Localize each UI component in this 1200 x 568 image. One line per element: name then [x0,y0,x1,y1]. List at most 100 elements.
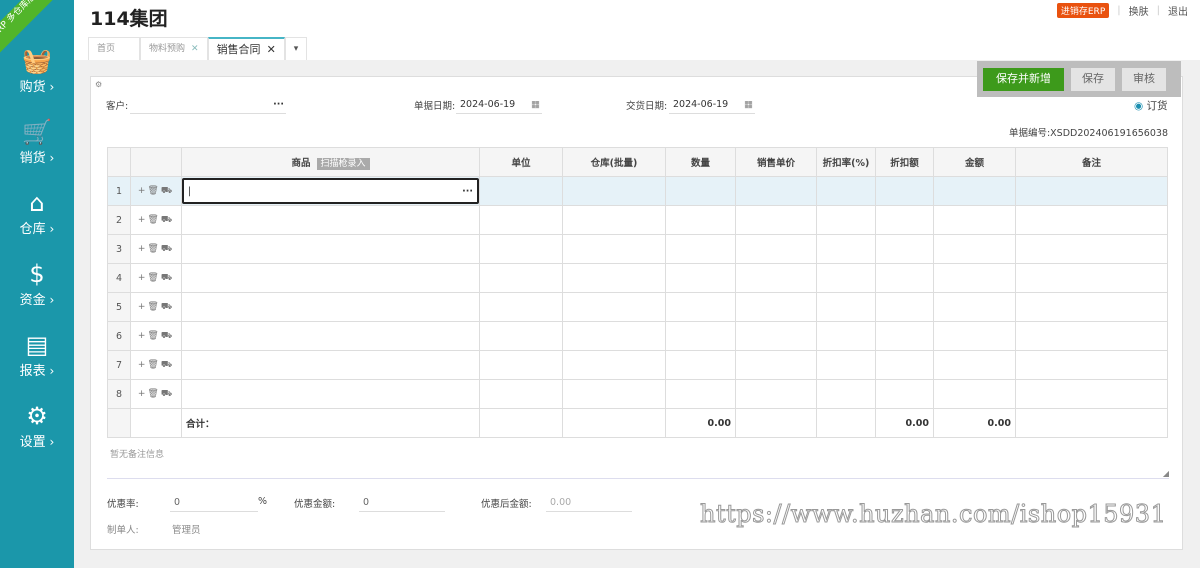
delete-row-icon[interactable]: 🗑 [147,186,160,196]
table-cell[interactable] [735,379,817,409]
table-cell[interactable] [735,205,817,235]
table-cell[interactable] [735,263,817,293]
cart-icon[interactable]: ⛟ [161,331,174,341]
add-row-icon[interactable]: + [138,215,148,225]
product-cell[interactable] [181,263,480,293]
table-cell[interactable] [933,234,1016,264]
scan-button[interactable]: 扫描枪录入 [316,158,370,170]
table-cell[interactable] [665,350,736,380]
table-cell[interactable] [816,176,876,206]
add-row-icon[interactable]: + [138,389,148,399]
table-cell[interactable] [665,176,736,206]
table-cell[interactable] [816,379,876,409]
product-cell[interactable] [181,350,480,380]
customer-input[interactable]: ··· [130,96,286,114]
table-cell[interactable] [665,205,736,235]
table-cell[interactable] [875,205,934,235]
table-cell[interactable] [562,234,666,264]
table-cell[interactable] [1015,234,1168,264]
table-cell[interactable] [816,321,876,351]
table-cell[interactable] [1015,292,1168,322]
delivery-date-input[interactable]: 2024-06-19 ▦ [669,96,755,114]
logout-link[interactable]: 退出 [1168,3,1188,18]
table-cell[interactable] [816,234,876,264]
product-cell[interactable] [181,205,480,235]
product-cell[interactable] [181,292,480,322]
table-cell[interactable] [479,292,563,322]
table-cell[interactable] [933,350,1016,380]
table-cell[interactable] [735,321,817,351]
delete-row-icon[interactable]: 🗑 [147,389,160,399]
sidebar-item-warehouse[interactable]: ⌂ 仓库 [0,188,74,248]
table-cell[interactable] [1015,176,1168,206]
table-cell[interactable] [479,176,563,206]
table-cell[interactable] [816,205,876,235]
product-cell[interactable] [181,234,480,264]
table-cell[interactable] [479,205,563,235]
delete-row-icon[interactable]: 🗑 [147,215,160,225]
skin-link[interactable]: 换肤 [1129,3,1149,18]
product-input[interactable]: | ··· [182,178,479,204]
table-cell[interactable] [735,176,817,206]
table-cell[interactable] [875,176,934,206]
table-cell[interactable] [735,234,817,264]
order-radio[interactable]: ◉ 订货 [1134,98,1168,113]
table-cell[interactable] [479,321,563,351]
table-cell[interactable] [933,292,1016,322]
table-cell[interactable] [665,263,736,293]
delete-row-icon[interactable]: 🗑 [147,302,160,312]
cart-icon[interactable]: ⛟ [161,215,174,225]
audit-button[interactable]: 审核 [1122,67,1166,91]
table-cell[interactable] [735,350,817,380]
add-row-icon[interactable]: + [138,360,148,370]
discount-rate-input[interactable]: 0 [170,494,258,512]
table-cell[interactable] [479,234,563,264]
tab-dropdown[interactable]: ▾ [284,37,308,61]
table-cell[interactable] [479,263,563,293]
delete-row-icon[interactable]: 🗑 [147,273,160,283]
table-cell[interactable] [875,292,934,322]
cart-icon[interactable]: ⛟ [161,360,174,370]
cart-icon[interactable]: ⛟ [161,244,174,254]
add-row-icon[interactable]: + [138,273,148,283]
table-cell[interactable] [816,292,876,322]
save-and-new-button[interactable]: 保存并新增 [983,67,1064,91]
discount-amount-input[interactable]: 0 [359,494,445,512]
table-cell[interactable] [665,379,736,409]
add-row-icon[interactable]: + [138,302,148,312]
table-cell[interactable] [933,176,1016,206]
add-row-icon[interactable]: + [138,244,148,254]
table-cell[interactable] [933,263,1016,293]
table-cell[interactable] [816,350,876,380]
sidebar-item-reports[interactable]: ▤ 报表 [0,330,74,390]
date-input[interactable]: 2024-06-19 ▦ [456,96,542,114]
tab-sales-contract[interactable]: 销售合同 ✕ [207,37,285,61]
sidebar-item-settings[interactable]: ⚙ 设置 [0,401,74,461]
remark-textarea[interactable]: 暂无备注信息 ◢ [107,444,1169,479]
table-cell[interactable] [665,321,736,351]
close-icon[interactable]: ✕ [191,44,199,54]
cart-icon[interactable]: ⛟ [161,302,174,312]
table-cell[interactable] [1015,379,1168,409]
table-cell[interactable] [875,263,934,293]
table-cell[interactable] [562,379,666,409]
add-row-icon[interactable]: + [138,331,148,341]
save-button[interactable]: 保存 [1071,67,1115,91]
table-cell[interactable] [875,379,934,409]
table-cell[interactable] [875,350,934,380]
cart-icon[interactable]: ⛟ [161,186,174,196]
cart-icon[interactable]: ⛟ [161,389,174,399]
table-cell[interactable] [665,292,736,322]
table-cell[interactable] [875,321,934,351]
erp-link[interactable]: 进销存ERP [1056,3,1110,18]
table-cell[interactable] [816,263,876,293]
sidebar-item-funds[interactable]: $ 资金 [0,259,74,319]
cart-icon[interactable]: ⛟ [161,273,174,283]
table-cell[interactable] [562,292,666,322]
table-cell[interactable] [665,234,736,264]
close-icon[interactable]: ✕ [267,43,276,56]
table-cell[interactable] [479,379,563,409]
table-cell[interactable] [562,176,666,206]
table-cell[interactable] [933,321,1016,351]
tab-home[interactable]: 首页 [88,37,140,61]
